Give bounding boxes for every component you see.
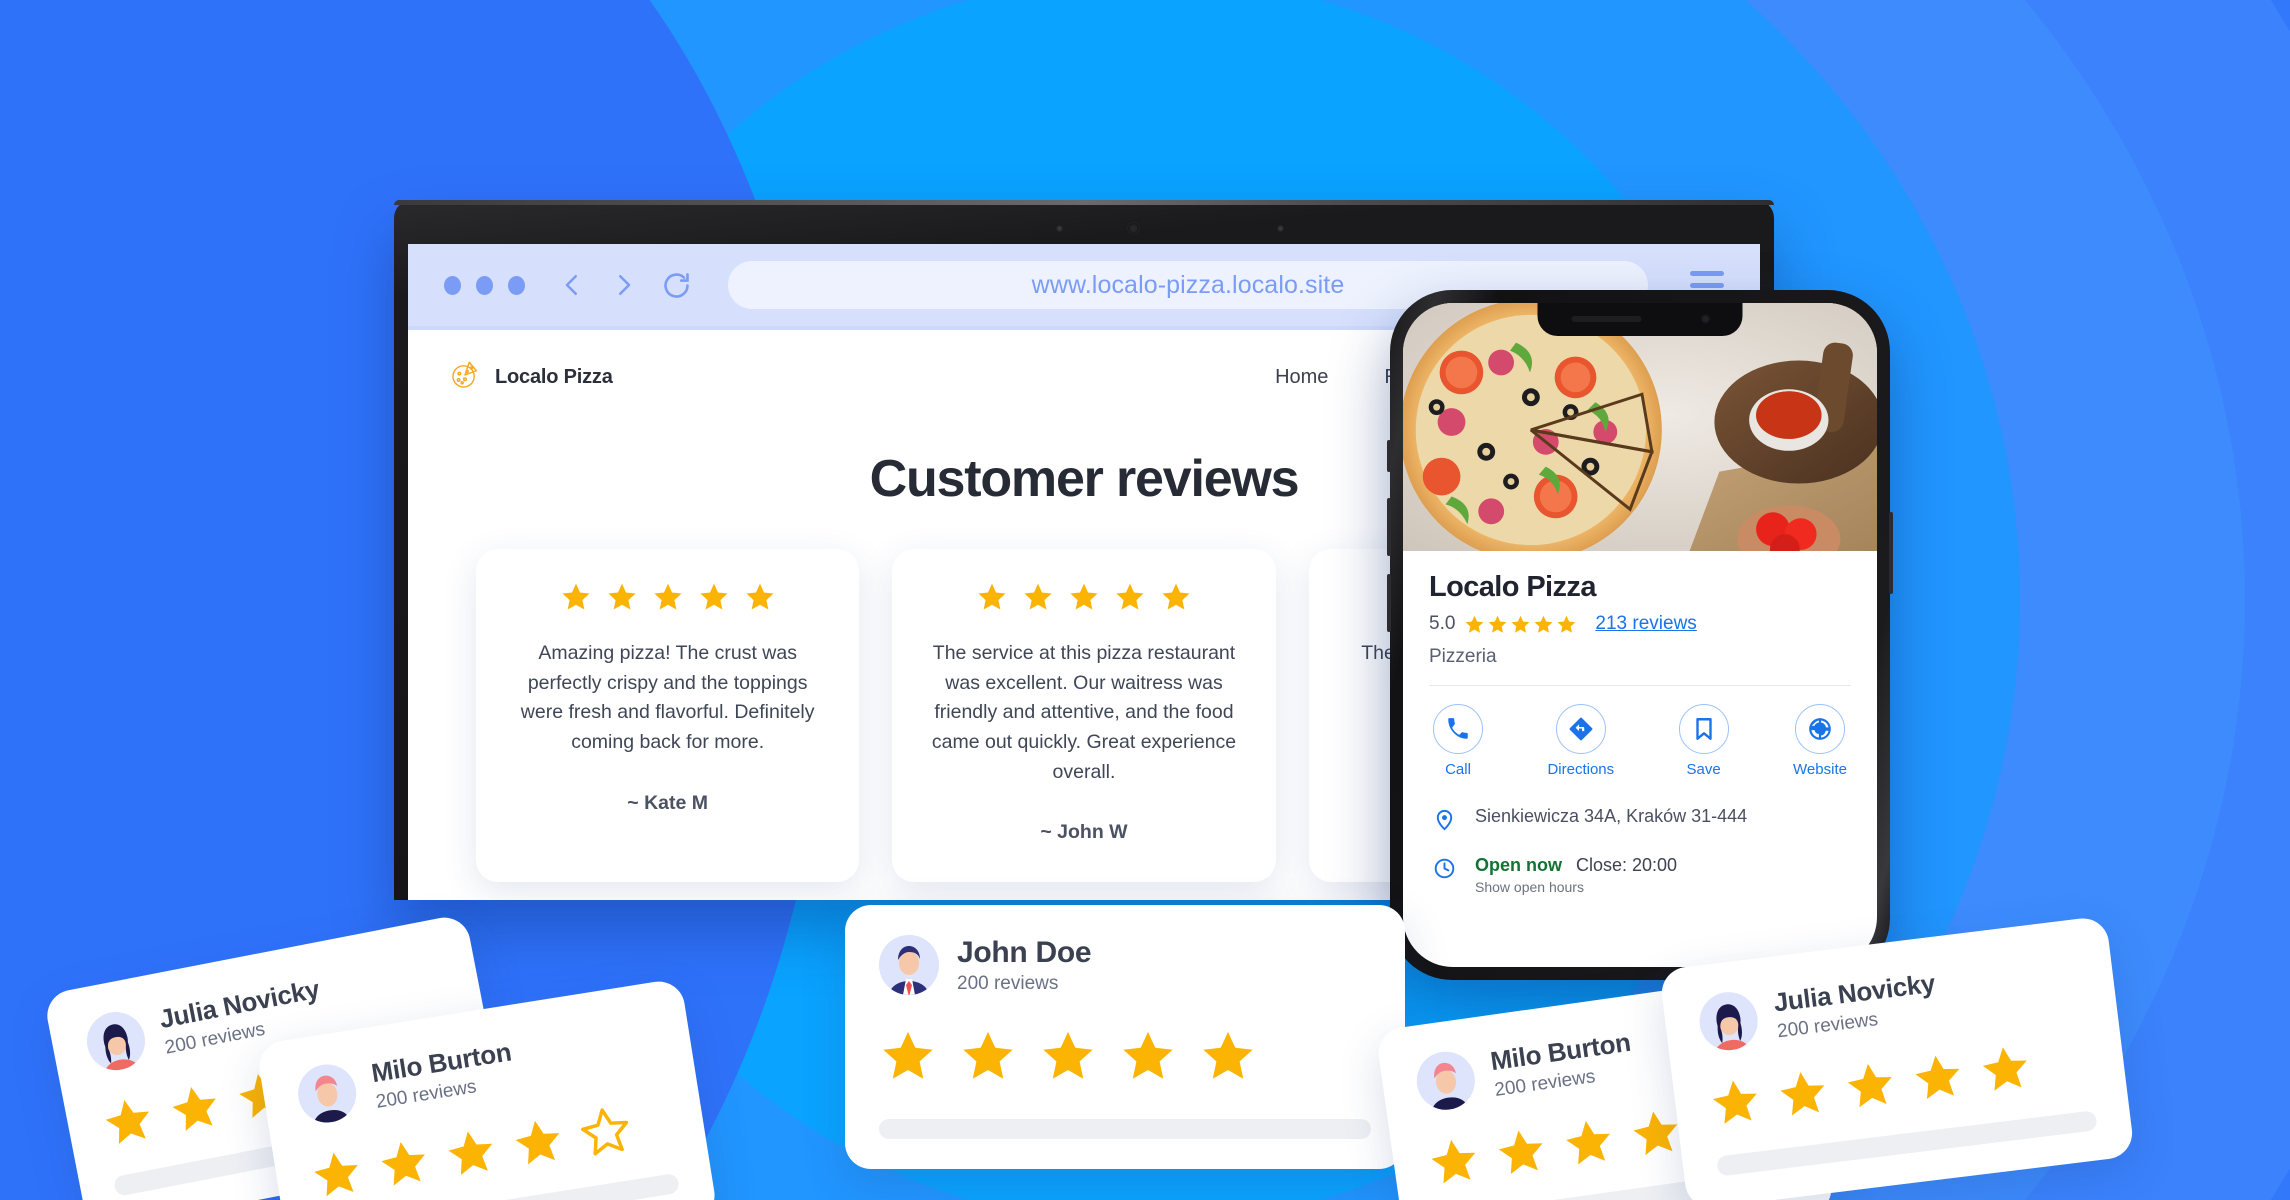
phone-screen: Localo Pizza 5.0 213 reviews Pizzeria Ca… [1403, 303, 1877, 967]
window-close-dot[interactable] [444, 275, 461, 295]
close-time: Close: 20:00 [1576, 855, 1678, 875]
review-author: ~ Kate M [627, 791, 709, 814]
bookmark-icon [1678, 704, 1729, 754]
laptop-sensor-icon [1056, 225, 1064, 232]
card-identity: Milo Burton 200 reviews [1488, 1027, 1636, 1102]
review-card: Amazing pizza! The crust was perfectly c… [476, 549, 860, 883]
window-minimize-dot[interactable] [476, 275, 493, 295]
man-pink-hair-avatar [293, 1060, 361, 1127]
globe-icon [1795, 704, 1845, 754]
map-pin-icon [1431, 806, 1457, 831]
hours-row[interactable]: Open now Close: 20:00 Show open hours [1403, 843, 1877, 907]
directions-icon [1555, 704, 1606, 754]
phone-silent-switch[interactable] [1387, 440, 1391, 472]
card-star-rating [879, 1027, 1371, 1085]
address-text: Sienkiewicza 34A, Kraków 31-444 [1475, 806, 1748, 826]
man-suit-avatar [879, 935, 939, 995]
man-pink-hair-avatar [1413, 1048, 1479, 1114]
rating-stars [1464, 614, 1577, 635]
clock-icon [1431, 855, 1457, 880]
content-placeholder-bar [879, 1119, 1371, 1139]
reload-button[interactable] [661, 270, 692, 301]
directions-button[interactable]: Directions [1547, 704, 1614, 778]
review-text: Amazing pizza! The crust was perfectly c… [520, 642, 815, 753]
laptop-sensor-right-icon [1277, 225, 1285, 232]
review-star-rating [926, 581, 1241, 613]
phone-volume-up-button[interactable] [1387, 498, 1391, 556]
card-header: John Doe 200 reviews [879, 935, 1371, 995]
call-label: Call [1445, 761, 1471, 778]
back-button[interactable] [557, 270, 587, 300]
website-label: Website [1793, 761, 1847, 778]
card-star-rating [1707, 1033, 2092, 1131]
window-maximize-dot[interactable] [508, 275, 525, 295]
phone-icon [1433, 704, 1483, 754]
review-author: ~ John W [1040, 821, 1128, 844]
floating-review-card[interactable]: John Doe 200 reviews [845, 905, 1405, 1169]
phone-body: Localo Pizza 5.0 213 reviews Pizzeria Ca… [1387, 290, 1893, 980]
review-star-rating [510, 581, 825, 613]
reviewer-review-count: 200 reviews [957, 972, 1059, 994]
reviews-count-link[interactable]: 213 reviews [1595, 613, 1696, 635]
nav-item-home[interactable]: Home [1275, 366, 1328, 389]
laptop-top-edge [394, 200, 1774, 205]
card-header: Julia Novicky 200 reviews [1696, 949, 2082, 1054]
save-button[interactable]: Save [1678, 704, 1729, 778]
hours-line: Open now Close: 20:00 [1475, 855, 1677, 876]
woman-dark-hair-avatar [1696, 988, 1761, 1054]
business-category: Pizzeria [1429, 646, 1497, 667]
woman-dark-hair-avatar [81, 1007, 150, 1076]
url-text: www.localo-pizza.localo.site [1031, 270, 1345, 299]
laptop-camera-icon [1128, 223, 1140, 234]
brand-name: Localo Pizza [495, 366, 613, 388]
site-brand[interactable]: Localo Pizza [448, 358, 613, 397]
business-rating: 5.0 213 reviews [1429, 613, 1851, 635]
business-panel: Localo Pizza 5.0 213 reviews Pizzeria [1403, 551, 1877, 686]
window-controls[interactable] [444, 275, 525, 295]
earpiece-speaker-icon [1571, 316, 1642, 322]
save-label: Save [1686, 761, 1721, 778]
card-identity: John Doe 200 reviews [957, 935, 1092, 995]
pizza-slice-icon [448, 358, 482, 397]
phone-notch [1537, 303, 1743, 336]
address-row[interactable]: Sienkiewicza 34A, Kraków 31-444 [1403, 794, 1877, 843]
front-camera-icon [1700, 314, 1711, 324]
card-identity: Julia Novicky 200 reviews [1772, 968, 1940, 1043]
website-button[interactable]: Website [1793, 704, 1847, 778]
directions-label: Directions [1547, 761, 1615, 778]
rating-score: 5.0 [1429, 613, 1456, 634]
call-button[interactable]: Call [1433, 704, 1483, 778]
forward-button[interactable] [609, 270, 639, 300]
phone-volume-down-button[interactable] [1387, 574, 1391, 632]
review-card: The service at this pizza restaurant was… [892, 549, 1276, 883]
open-status: Open now [1475, 855, 1562, 875]
hours-block: Open now Close: 20:00 Show open hours [1475, 855, 1677, 895]
business-name: Localo Pizza [1429, 571, 1596, 603]
phone-mockup: Localo Pizza 5.0 213 reviews Pizzeria Ca… [1387, 290, 1893, 980]
show-open-hours-link[interactable]: Show open hours [1475, 879, 1677, 895]
pizza-photo [1403, 303, 1877, 551]
phone-power-button[interactable] [1889, 512, 1893, 594]
card-identity: Milo Burton 200 reviews [369, 1036, 517, 1113]
review-text: The service at this pizza restaurant was… [931, 642, 1237, 783]
reviewer-name: John Doe [957, 935, 1092, 969]
action-buttons: Call Directions Save Website [1403, 686, 1877, 794]
